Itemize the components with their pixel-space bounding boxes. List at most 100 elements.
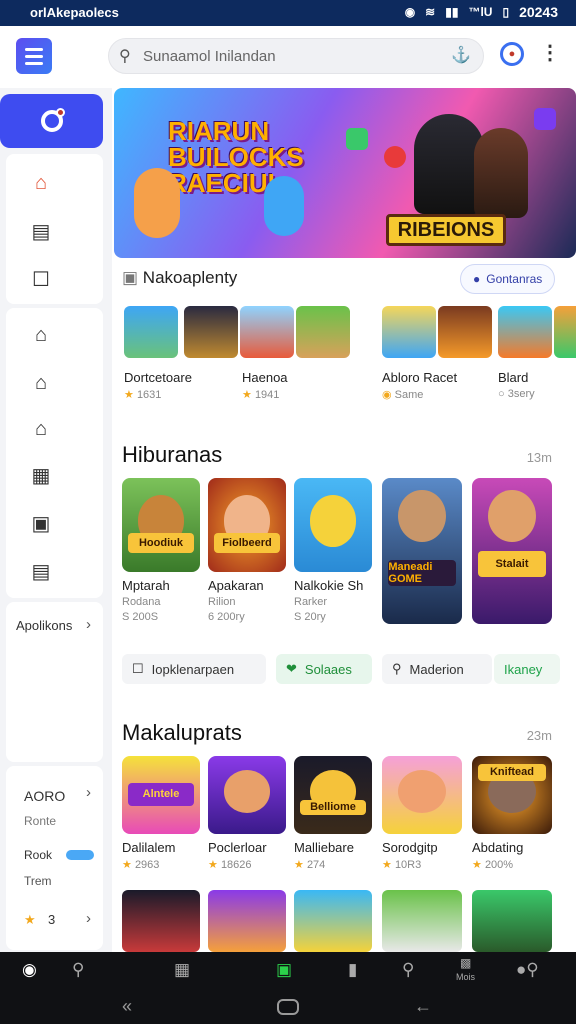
- action-pill-button[interactable]: ● Gontanras: [460, 264, 556, 294]
- game-thumb[interactable]: [294, 890, 372, 952]
- chevron-right-icon[interactable]: ›: [86, 910, 91, 927]
- list-icon[interactable]: ▤: [28, 218, 54, 244]
- apps-icon[interactable]: ▩: [460, 956, 471, 970]
- game-card[interactable]: Fiolbeerd Apakaran Rilion 6 200ry: [208, 478, 286, 623]
- camera-icon: [40, 108, 65, 132]
- app-thumb[interactable]: [438, 306, 492, 358]
- controller-icon[interactable]: ●⚲: [516, 960, 539, 980]
- alarm-icon: ◉: [404, 5, 416, 19]
- game-card[interactable]: Hoodiuk Mptarah Rodana S 200S: [122, 478, 200, 623]
- game-poster[interactable]: Stalait: [472, 478, 552, 624]
- row-title: ▣ Nakoaplenty: [122, 268, 238, 287]
- filter-chip[interactable]: ⚲ Maderion: [382, 654, 492, 684]
- sidebar-settings-card: AORO › Ronte Rook Trem ★ 3 ›: [6, 766, 103, 950]
- home-button[interactable]: [277, 999, 299, 1015]
- sidebar: ⌂ ▤ ☐ ⌂ ⌂ ⌂ ▦ ▣ ▤ Apolikons › AORO › Ron…: [0, 88, 108, 952]
- store-icon[interactable]: ⌂: [28, 322, 54, 348]
- section-meta: 13m: [526, 450, 552, 465]
- chat-icon[interactable]: ☐: [28, 266, 54, 292]
- heart-icon: ❤: [286, 661, 297, 676]
- section-title: AORO: [24, 788, 66, 804]
- chevron-right-icon[interactable]: ›: [86, 616, 91, 633]
- game-card[interactable]: Sorodgitp ★ 10R3: [382, 756, 462, 871]
- game-thumb[interactable]: [472, 890, 552, 952]
- star-icon: ★: [208, 859, 218, 871]
- app-thumb[interactable]: [498, 306, 552, 358]
- game-card[interactable]: Poclerloar ★ 18626: [208, 756, 286, 871]
- gift-icon[interactable]: ⌂: [28, 416, 54, 442]
- search-icon: ⚲: [119, 48, 131, 65]
- system-navigation: « ←: [0, 990, 576, 1024]
- home-icon[interactable]: ⌂: [28, 170, 54, 196]
- sidebar-group-main: ⌂ ▤ ☐: [6, 154, 103, 304]
- search-bar[interactable]: ⚲ Sunaamol Inilandan ⚓: [108, 38, 484, 74]
- wifi-icon: ≋: [425, 5, 436, 19]
- recent-apps-icon[interactable]: ←: [414, 996, 432, 1017]
- filter-chip[interactable]: ☐ Iopklenarpaen: [122, 654, 266, 684]
- mini-label: Mois: [456, 972, 476, 982]
- star-icon: ★: [242, 389, 252, 401]
- apps-link[interactable]: Apolikons: [16, 618, 72, 633]
- profile-button[interactable]: ●: [500, 42, 524, 66]
- game-card[interactable]: Alntele Dalilalem ★ 2963: [122, 756, 200, 871]
- toggle-switch[interactable]: [66, 850, 94, 860]
- star-icon: ★: [294, 859, 304, 871]
- battery-icon: ▯: [502, 5, 510, 19]
- section-title: Hiburanas: [122, 442, 223, 467]
- star-icon: ★: [124, 389, 134, 401]
- app-thumb[interactable]: [296, 306, 350, 358]
- signal-icon: ▮▮: [445, 5, 459, 19]
- game-card[interactable]: Belliome Malliebare ★ 274: [294, 756, 372, 871]
- rating-value: 3: [48, 912, 56, 927]
- search-icon[interactable]: ⚲: [72, 960, 84, 980]
- trem-label: Trem: [24, 874, 52, 888]
- home-icon[interactable]: ◉: [22, 960, 37, 980]
- game-poster[interactable]: Maneadi GOME: [382, 478, 462, 624]
- search-icon[interactable]: ⚲: [402, 960, 414, 980]
- network-indicator: ™lU: [468, 5, 493, 19]
- search-icon: ⚲: [392, 661, 402, 676]
- section-meta: 23m: [526, 728, 552, 743]
- gallery-icon[interactable]: ▦: [28, 462, 54, 488]
- gift-icon[interactable]: ▦: [174, 960, 190, 980]
- featured-app-card[interactable]: Abloro Racet ◉ Same: [382, 364, 457, 401]
- app-thumb[interactable]: [124, 306, 178, 358]
- toggle-label: Rook: [24, 848, 53, 862]
- more-options-icon[interactable]: ⋮: [540, 40, 560, 65]
- folder-icon[interactable]: ▤: [28, 558, 54, 584]
- info-icon: ●: [473, 272, 481, 286]
- game-thumb[interactable]: [382, 890, 462, 952]
- chevron-right-icon[interactable]: ›: [86, 784, 91, 801]
- game-thumb[interactable]: [122, 890, 200, 952]
- back-icon[interactable]: «: [122, 996, 132, 1017]
- star-icon: ★: [122, 859, 132, 871]
- game-card[interactable]: Nalkokie Sh Rarker S 20ry: [294, 478, 372, 623]
- sidebar-group-library: ⌂ ⌂ ⌂ ▦ ▣ ▤: [6, 308, 103, 598]
- gem-decoration: [346, 128, 368, 150]
- filter-chip[interactable]: Ikaney: [494, 654, 560, 684]
- app-bar: ⚲ Sunaamol Inilandan ⚓ ● ⋮: [0, 26, 576, 88]
- app-thumb[interactable]: [554, 306, 576, 358]
- hero-banner[interactable]: RIARUN BUILOCKS RAECIUI RIBEIONS: [114, 88, 576, 258]
- app-thumb[interactable]: [382, 306, 436, 358]
- star-icon: ★: [472, 859, 482, 871]
- menu-logo-button[interactable]: [16, 38, 52, 74]
- bookmark-icon[interactable]: ▮: [348, 960, 357, 980]
- search-input[interactable]: Sunaamol Inilandan: [143, 48, 276, 65]
- checkbox-icon: ☐: [132, 661, 144, 676]
- download-icon[interactable]: ▣: [28, 510, 54, 536]
- house-icon[interactable]: ⌂: [28, 370, 54, 396]
- banner-ribbon: RIBEIONS: [386, 214, 506, 246]
- app-thumb[interactable]: [184, 306, 238, 358]
- game-thumb[interactable]: [208, 890, 286, 952]
- games-icon[interactable]: ▣: [276, 960, 292, 980]
- mic-icon[interactable]: ⚓: [451, 45, 471, 65]
- featured-app-card[interactable]: Haenoa ★ 1941: [242, 364, 288, 401]
- sidebar-camera-button[interactable]: [0, 94, 103, 148]
- game-card[interactable]: Kniftead Abdating ★ 200%: [472, 756, 552, 871]
- featured-app-card[interactable]: Dortcetoare ★ 1631: [124, 364, 192, 401]
- gem-decoration: [534, 108, 556, 130]
- app-thumb[interactable]: [240, 306, 294, 358]
- featured-app-card[interactable]: Blard ○ 3sery: [498, 364, 535, 400]
- filter-chip[interactable]: ❤ Solaaes: [276, 654, 372, 684]
